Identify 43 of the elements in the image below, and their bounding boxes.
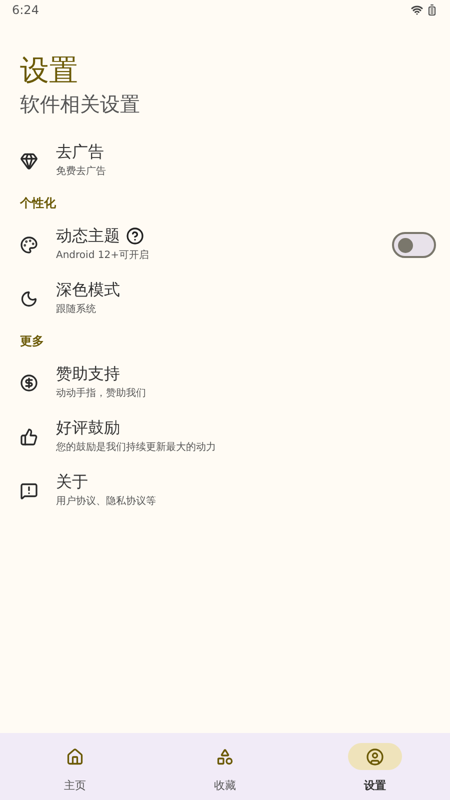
item-subtitle: Android 12+可开启 — [56, 248, 150, 263]
nav-tab[interactable]: 主页 — [0, 733, 150, 800]
wifi-icon — [411, 4, 423, 16]
palette-icon — [20, 236, 38, 254]
moon-icon — [20, 290, 38, 308]
status-time: 6:24 — [12, 2, 39, 19]
item-title: 好评鼓励 — [56, 418, 120, 438]
message-alert-icon — [20, 482, 38, 500]
item-subtitle: 您的鼓励是我们持续更新最大的动力 — [56, 440, 217, 455]
nav-label: 设置 — [364, 778, 386, 794]
nav-label: 主页 — [64, 778, 86, 794]
toggle-switch[interactable] — [392, 232, 436, 258]
shapes-icon — [216, 748, 234, 766]
user-icon — [366, 748, 384, 766]
section-header: 个性化 — [18, 195, 57, 212]
settings-item[interactable]: 动态主题 Android 12+可开启 — [0, 218, 450, 272]
help-icon[interactable] — [126, 227, 144, 245]
item-subtitle: 免费去广告 — [56, 164, 107, 179]
item-title: 赞助支持 — [56, 364, 120, 384]
nav-label: 收藏 — [214, 778, 236, 794]
item-title: 动态主题 — [56, 226, 120, 246]
switch-thumb — [398, 238, 413, 252]
page-title: 设置 — [20, 52, 79, 88]
item-subtitle: 用户协议、隐私协议等 — [56, 494, 157, 509]
nav-tab[interactable]: 收藏 — [150, 733, 300, 800]
nav-tab[interactable]: 设置 — [300, 733, 450, 800]
battery-icon — [426, 4, 438, 16]
gem-icon — [20, 152, 38, 170]
settings-item[interactable]: 赞助支持 动动手指，赞助我们 — [0, 356, 450, 410]
thumbs-up-icon — [20, 428, 38, 446]
settings-item[interactable]: 深色模式 跟随系统 — [0, 272, 450, 326]
dollar-icon — [20, 374, 38, 392]
home-icon — [66, 748, 84, 766]
item-subtitle: 动动手指，赞助我们 — [56, 386, 147, 401]
settings-item[interactable]: 好评鼓励 您的鼓励是我们持续更新最大的动力 — [0, 410, 450, 464]
item-title: 去广告 — [56, 142, 104, 162]
settings-item[interactable]: 去广告 免费去广告 — [0, 134, 450, 188]
settings-item[interactable]: 关于 用户协议、隐私协议等 — [0, 464, 450, 518]
item-title: 深色模式 — [56, 280, 120, 300]
page-subtitle: 软件相关设置 — [20, 91, 141, 118]
item-title: 关于 — [56, 472, 88, 492]
item-subtitle: 跟随系统 — [56, 302, 97, 317]
section-header: 更多 — [19, 333, 45, 350]
